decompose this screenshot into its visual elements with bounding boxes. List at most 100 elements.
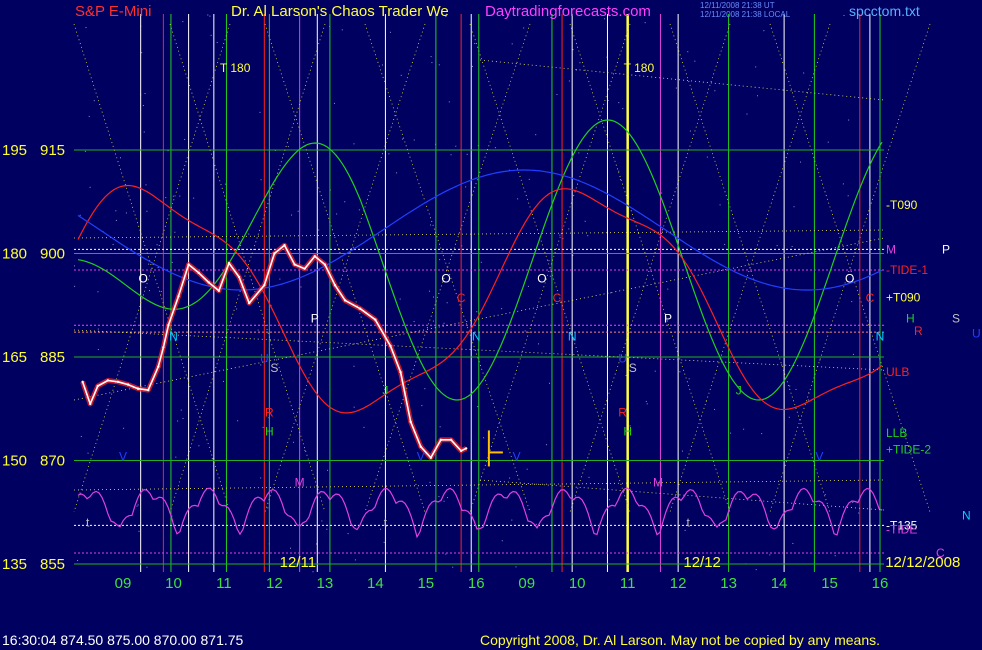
price-point xyxy=(217,289,221,292)
x-tick-label: 12 xyxy=(670,575,687,592)
star xyxy=(438,64,440,66)
price-point xyxy=(88,402,92,406)
star xyxy=(535,523,537,525)
star xyxy=(237,420,239,422)
star xyxy=(684,529,686,531)
star xyxy=(97,328,99,330)
star xyxy=(115,219,117,221)
star xyxy=(381,64,383,66)
y-axis-price-label: 870 xyxy=(40,453,65,470)
star xyxy=(175,456,177,458)
star xyxy=(88,115,90,117)
x-tick-label: 12 xyxy=(266,575,283,592)
star xyxy=(528,178,530,180)
planet-marker: P xyxy=(311,312,319,326)
star xyxy=(535,134,537,136)
x-tick-label: 10 xyxy=(165,575,182,592)
star xyxy=(523,27,525,29)
website-link[interactable]: Daytradingforecasts.com xyxy=(485,4,651,19)
star xyxy=(438,496,440,498)
star xyxy=(143,131,145,133)
planet-marker: J xyxy=(736,383,742,397)
price-point xyxy=(96,384,99,388)
star xyxy=(483,437,485,439)
x-tick-label: 11 xyxy=(216,575,232,592)
price-point xyxy=(126,383,130,386)
star xyxy=(80,436,82,438)
star xyxy=(300,286,302,288)
star xyxy=(546,444,548,446)
planet-marker: C xyxy=(866,291,875,305)
star xyxy=(793,206,795,208)
planet-marker: R xyxy=(618,405,627,419)
star xyxy=(236,308,238,310)
star xyxy=(77,559,79,561)
star xyxy=(297,210,299,212)
star xyxy=(524,330,526,332)
star xyxy=(84,150,86,152)
y-axis-price-label: 900 xyxy=(40,246,65,263)
planet-marker: R xyxy=(265,405,274,419)
star xyxy=(267,507,269,509)
right-level-label: M xyxy=(886,242,896,256)
star xyxy=(287,146,289,148)
star xyxy=(625,374,627,376)
star xyxy=(290,547,292,549)
star xyxy=(572,49,574,51)
planet-marker: V xyxy=(417,450,425,464)
x-tick-label: 14 xyxy=(771,575,788,592)
star xyxy=(141,52,143,54)
star xyxy=(353,143,355,145)
star xyxy=(180,409,182,411)
star xyxy=(347,533,349,535)
star xyxy=(579,62,581,64)
star xyxy=(259,111,261,113)
star xyxy=(610,292,612,294)
copyright-notice: Copyright 2008, Dr. Al Larson. May not b… xyxy=(480,632,881,648)
planet-marker: U xyxy=(260,352,269,366)
star xyxy=(146,566,148,568)
right-level-label: N xyxy=(962,509,971,523)
star xyxy=(445,553,447,555)
star xyxy=(383,541,385,543)
planet-marker: H xyxy=(265,425,274,439)
planet-marker: N xyxy=(169,329,178,343)
price-point xyxy=(157,365,160,368)
star xyxy=(618,170,620,172)
star xyxy=(207,14,209,16)
star xyxy=(455,145,457,147)
x-tick-label: 10 xyxy=(569,575,586,592)
y-axis-price-label: 885 xyxy=(40,349,65,366)
star xyxy=(262,426,264,428)
star xyxy=(556,93,558,95)
star xyxy=(429,481,431,483)
star xyxy=(548,260,550,262)
y-axis-outer-label: 150 xyxy=(2,453,27,470)
star xyxy=(174,231,176,233)
star xyxy=(667,288,669,290)
star xyxy=(177,420,179,422)
star xyxy=(209,15,211,17)
star xyxy=(446,302,448,304)
right-level-label: LLB xyxy=(886,426,907,440)
star xyxy=(588,476,590,478)
star xyxy=(344,201,346,203)
star xyxy=(743,428,745,430)
timeline-marker-label: T 180 xyxy=(624,61,655,75)
price-point xyxy=(136,387,140,390)
star xyxy=(336,213,338,215)
planet-marker: C xyxy=(457,291,466,305)
star xyxy=(578,152,580,154)
star xyxy=(527,285,529,287)
star xyxy=(791,245,793,247)
star xyxy=(136,505,138,507)
price-point xyxy=(237,275,241,279)
star xyxy=(568,80,570,82)
x-tick-label: 13 xyxy=(720,575,737,592)
star xyxy=(807,399,809,401)
price-point xyxy=(116,380,120,384)
price-point xyxy=(429,456,433,459)
star xyxy=(724,243,726,245)
star xyxy=(584,220,586,222)
planet-marker: V xyxy=(513,450,521,464)
